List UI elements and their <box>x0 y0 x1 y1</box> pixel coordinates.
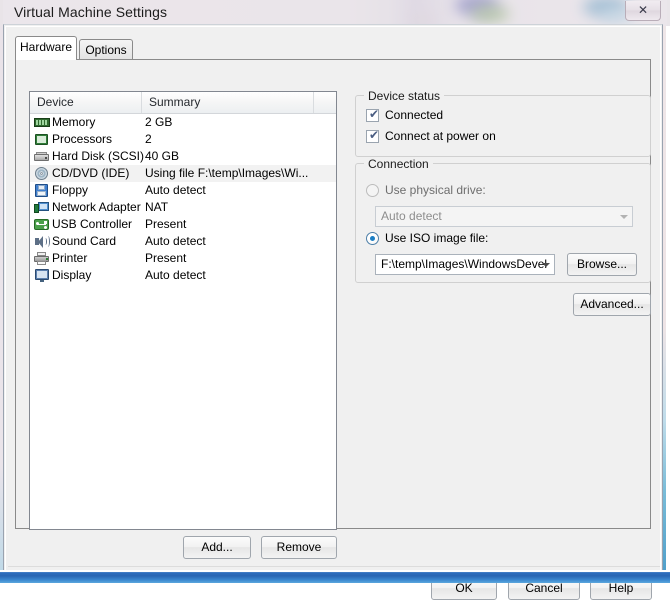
tab-options[interactable]: Options <box>79 39 133 59</box>
printer-icon <box>34 251 50 266</box>
device-list[interactable]: Device Summary Memory 2 GB Processors 2 … <box>29 91 337 530</box>
radio-dot[interactable] <box>366 232 379 245</box>
device-name: Network Adapter <box>52 200 141 214</box>
close-icon: ✕ <box>637 3 649 17</box>
desktop-background: Virtual Machine Settings ✕ Hardware Opti… <box>0 0 670 600</box>
device-summary: Auto detect <box>145 234 206 248</box>
device-name: Display <box>52 268 92 282</box>
device-summary: Auto detect <box>145 268 206 282</box>
table-row[interactable]: Hard Disk (SCSI) 40 GB <box>30 148 336 165</box>
iso-image-file-value: F:\temp\Images\WindowsDevel <box>381 257 548 271</box>
footer-separator <box>8 566 660 567</box>
device-name: CD/DVD (IDE) <box>52 166 130 180</box>
tab-strip: Hardware Options <box>15 36 651 60</box>
column-header-summary[interactable]: Summary <box>142 92 314 113</box>
check-icon: ✔ <box>369 128 380 142</box>
radio-label: Use physical drive: <box>385 183 486 197</box>
close-button[interactable]: ✕ <box>625 1 661 21</box>
chevron-down-icon[interactable] <box>615 207 632 226</box>
table-row[interactable]: Network Adapter NAT <box>30 199 336 216</box>
device-name: Floppy <box>52 183 89 197</box>
checkbox-label: Connected <box>385 108 444 122</box>
table-row[interactable]: USB Controller Present <box>30 216 336 233</box>
device-summary: 2 GB <box>145 115 173 129</box>
floppy-icon <box>34 183 50 198</box>
device-summary: Using file F:\temp\Images\Wi... <box>145 166 309 180</box>
memory-icon <box>34 115 50 130</box>
hard-disk-icon <box>34 149 50 164</box>
usb-controller-icon <box>34 217 50 232</box>
physical-drive-value: Auto detect <box>381 209 442 223</box>
table-row[interactable]: Sound Card Auto detect <box>30 233 336 250</box>
tab-hardware[interactable]: Hardware <box>15 36 77 60</box>
iso-image-file-combo[interactable]: F:\temp\Images\WindowsDevel <box>375 254 555 275</box>
remove-button[interactable]: Remove <box>261 536 337 559</box>
sound-card-icon <box>34 234 50 249</box>
device-summary: Present <box>145 217 187 231</box>
table-row[interactable]: Display Auto detect <box>30 267 336 284</box>
device-status-group: Device status ✔ Connected ✔ Connect at p… <box>355 89 651 157</box>
device-name: Hard Disk (SCSI) <box>52 149 145 163</box>
device-summary: Auto detect <box>145 183 206 197</box>
device-list-rows: Memory 2 GB Processors 2 Hard Disk (SCSI… <box>30 114 336 529</box>
radio-dot[interactable] <box>366 184 379 197</box>
device-status-title: Device status <box>364 89 445 103</box>
table-row-selected[interactable]: CD/DVD (IDE) Using file F:\temp\Images\W… <box>30 165 336 182</box>
processor-icon <box>34 132 50 147</box>
add-button[interactable]: Add... <box>183 536 251 559</box>
device-name: Processors <box>52 132 113 146</box>
checkbox-box[interactable]: ✔ <box>366 128 380 143</box>
window-body: Hardware Options Device Summary Memory 2… <box>3 24 663 600</box>
title-bar[interactable]: Virtual Machine Settings ✕ <box>3 0 667 26</box>
checkbox-box[interactable]: ✔ <box>366 107 380 122</box>
cd-dvd-icon <box>34 166 50 181</box>
checkbox-label: Connect at power on <box>385 129 496 143</box>
connection-title: Connection <box>364 157 433 171</box>
display-icon <box>34 268 50 283</box>
device-name: Printer <box>52 251 88 265</box>
physical-drive-combo[interactable]: Auto detect <box>375 206 633 227</box>
table-row[interactable]: Floppy Auto detect <box>30 182 336 199</box>
column-header-extra[interactable] <box>314 92 336 113</box>
device-name: Sound Card <box>52 234 117 248</box>
device-list-header: Device Summary <box>30 92 336 114</box>
device-summary: NAT <box>145 200 169 214</box>
window-bottom-edge <box>0 570 670 583</box>
network-adapter-icon <box>34 200 50 215</box>
window-title: Virtual Machine Settings <box>14 4 168 20</box>
advanced-button[interactable]: Advanced... <box>573 293 651 316</box>
device-summary: Present <box>145 251 187 265</box>
device-name: USB Controller <box>52 217 133 231</box>
check-icon: ✔ <box>369 107 380 121</box>
active-tab-joint <box>16 58 76 60</box>
chevron-down-icon[interactable] <box>537 255 554 274</box>
device-summary: 40 GB <box>145 149 180 163</box>
device-name: Memory <box>52 115 96 129</box>
table-row[interactable]: Memory 2 GB <box>30 114 336 131</box>
table-row[interactable]: Printer Present <box>30 250 336 267</box>
device-summary: 2 <box>145 132 152 146</box>
browse-button[interactable]: Browse... <box>567 253 637 276</box>
table-row[interactable]: Processors 2 <box>30 131 336 148</box>
column-header-device[interactable]: Device <box>30 92 142 113</box>
radio-label: Use ISO image file: <box>385 231 489 245</box>
virtual-machine-settings-window: Virtual Machine Settings ✕ Hardware Opti… <box>3 0 667 600</box>
